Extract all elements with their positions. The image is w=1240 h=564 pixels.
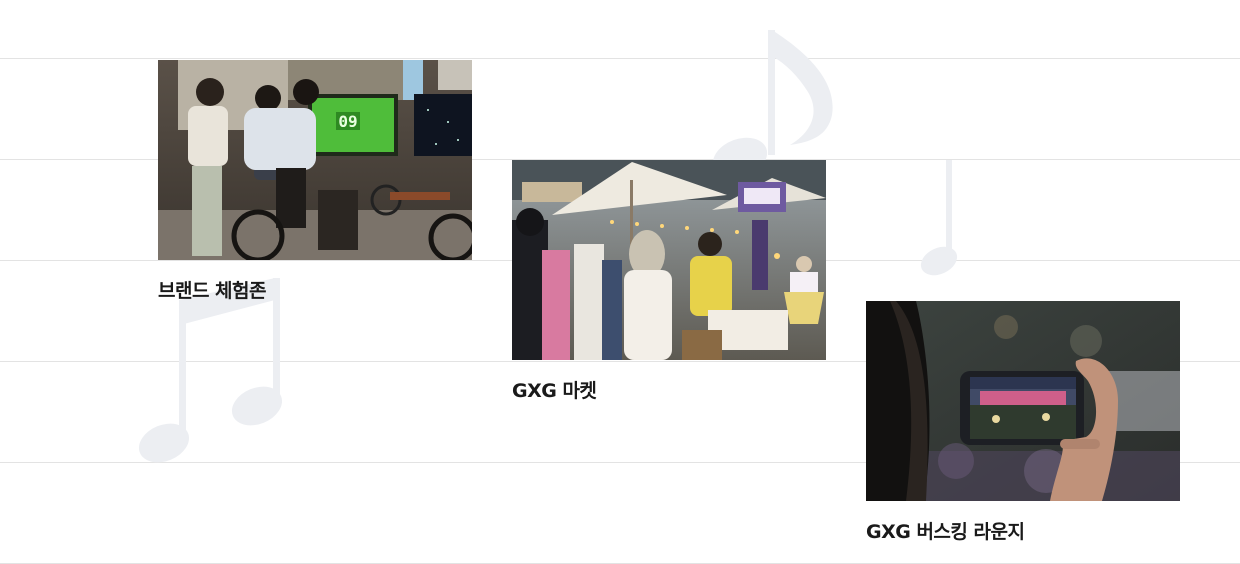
photo-brand-experience: 09 bbox=[158, 60, 472, 260]
photo-gxg-market bbox=[512, 160, 826, 360]
photo-gxg-busking-lounge bbox=[866, 301, 1180, 501]
music-note-icon bbox=[920, 160, 958, 276]
screen-number: 09 bbox=[338, 112, 357, 131]
caption-brand-experience: 브랜드 체험존 bbox=[158, 280, 267, 302]
card-brand-experience[interactable]: 09 브랜드 체험존 bbox=[158, 60, 472, 303]
card-gxg-busking-lounge[interactable]: GXG 버스킹 라운지 bbox=[866, 301, 1180, 544]
caption-gxg-busking-lounge: GXG 버스킹 라운지 bbox=[866, 521, 1025, 543]
music-note-icon bbox=[138, 278, 283, 463]
caption-gxg-market: GXG 마켓 bbox=[512, 380, 597, 402]
card-gxg-market[interactable]: GXG 마켓 bbox=[512, 160, 826, 403]
